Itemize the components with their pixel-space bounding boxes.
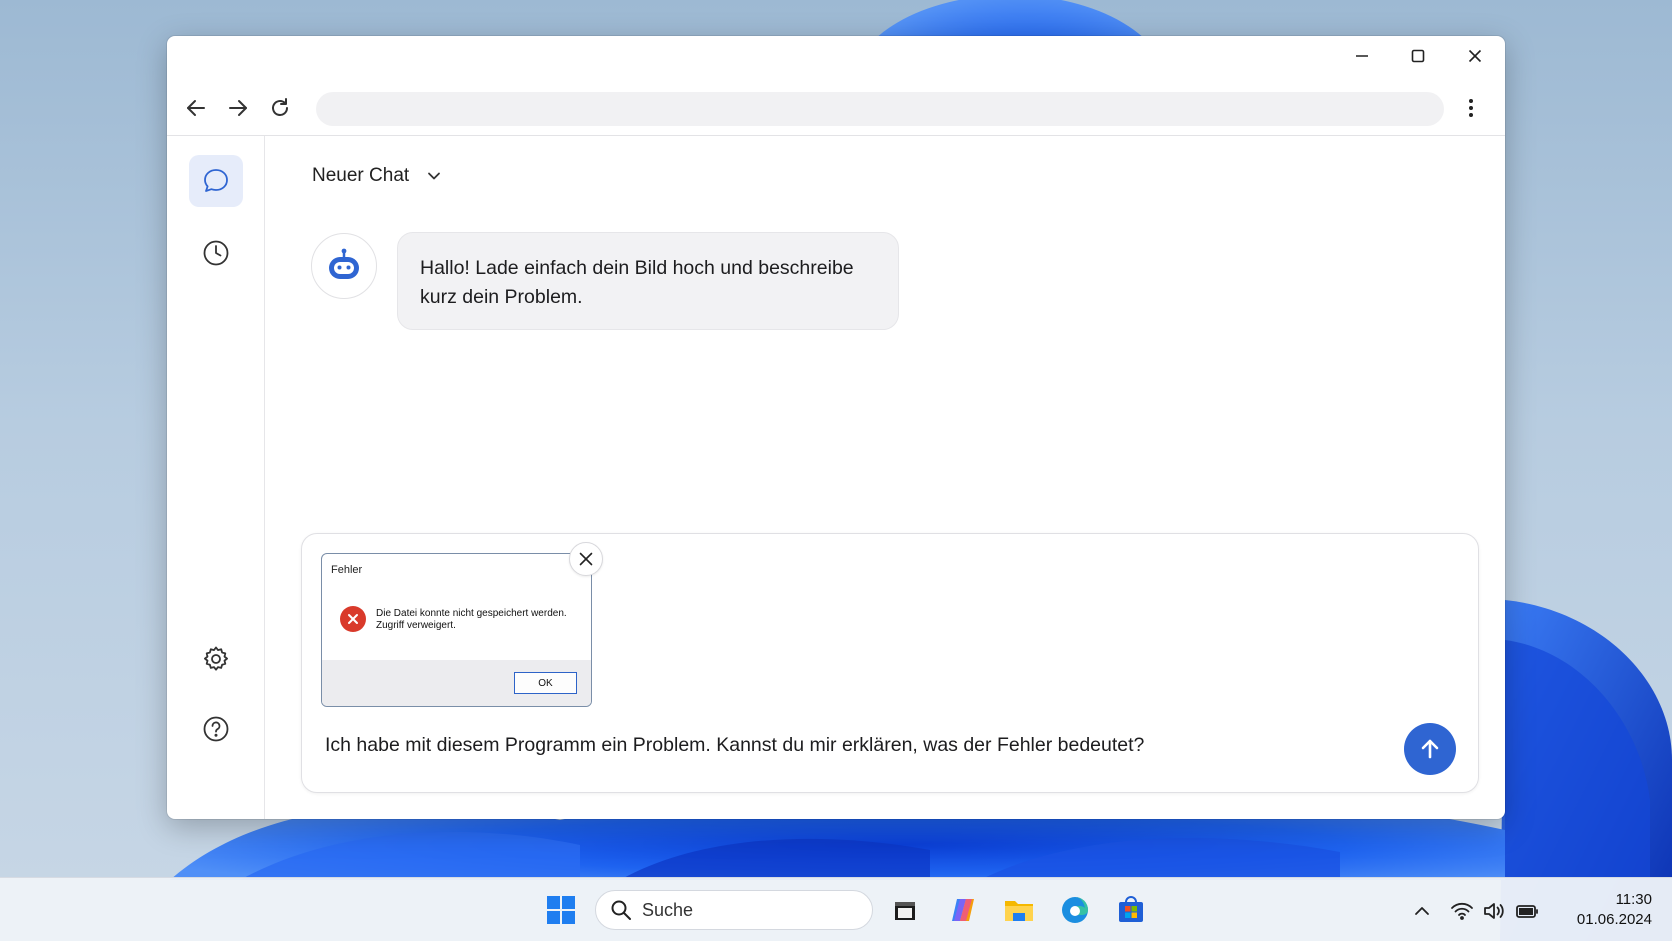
- taskbar-search[interactable]: Suche: [595, 890, 873, 930]
- bot-message-text: Hallo! Lade einfach dein Bild hoch und b…: [420, 257, 854, 308]
- chat-title: Neuer Chat: [312, 165, 410, 186]
- tray-battery[interactable]: [1514, 898, 1540, 924]
- start-button[interactable]: [541, 890, 581, 930]
- sidebar-item-settings[interactable]: [189, 633, 243, 685]
- sidebar-item-history[interactable]: [189, 227, 243, 279]
- sidebar-item-help[interactable]: [189, 703, 243, 755]
- file-explorer-icon: [1005, 901, 1033, 921]
- remove-attachment-button[interactable]: [569, 542, 603, 576]
- tray-network[interactable]: [1449, 898, 1475, 924]
- app-sidebar: [167, 136, 265, 819]
- browser-toolbar: [167, 80, 1505, 136]
- attached-image-thumbnail[interactable]: Fehler Die Datei konnte nicht gespeicher…: [321, 553, 592, 707]
- address-bar[interactable]: [316, 92, 1444, 126]
- wifi-icon: [1451, 902, 1473, 920]
- chat-icon: [204, 169, 228, 192]
- taskbar-task-view[interactable]: [885, 890, 925, 930]
- store-icon: [1119, 896, 1143, 922]
- copilot-icon: [952, 899, 974, 921]
- chat-title-dropdown[interactable]: Neuer Chat: [312, 162, 441, 190]
- close-window-button[interactable]: [1447, 36, 1503, 76]
- close-icon: [579, 552, 593, 566]
- back-button[interactable]: [178, 90, 214, 126]
- maximize-button[interactable]: [1390, 36, 1446, 76]
- dialog-title: Fehler: [331, 564, 363, 576]
- battery-icon: [1516, 905, 1538, 918]
- taskbar-edge[interactable]: [1055, 890, 1095, 930]
- chevron-up-icon: [1415, 907, 1429, 915]
- taskbar-search-label: Suche: [642, 899, 694, 920]
- reload-icon: [272, 98, 288, 116]
- error-icon: [340, 606, 366, 632]
- close-icon: [1468, 49, 1482, 63]
- more-vertical-icon: [1469, 99, 1473, 117]
- chat-main: Neuer Chat Hallo! Lade einfach dein Bild…: [266, 136, 1505, 819]
- dialog-message: Die Datei konnte nicht gespeichert werde…: [376, 608, 586, 632]
- volume-icon: [1484, 903, 1504, 919]
- taskbar-clock[interactable]: 11:30 01.06.2024: [1552, 890, 1652, 930]
- reload-button[interactable]: [262, 90, 298, 126]
- dialog-message-line1: Die Datei konnte nicht gespeichert werde…: [376, 608, 567, 619]
- message-input[interactable]: [325, 728, 1405, 762]
- maximize-icon: [1411, 49, 1425, 63]
- edge-browser-icon: [1062, 897, 1088, 923]
- arrow-up-icon: [1421, 739, 1439, 759]
- history-clock-icon: [203, 240, 229, 266]
- arrow-left-icon: [187, 100, 205, 116]
- send-button[interactable]: [1404, 723, 1456, 775]
- tray-volume[interactable]: [1481, 898, 1507, 924]
- browser-window: Neuer Chat Hallo! Lade einfach dein Bild…: [167, 36, 1505, 819]
- taskbar-file-explorer[interactable]: [999, 890, 1039, 930]
- tray-overflow-button[interactable]: [1409, 898, 1435, 924]
- dialog-ok-button: OK: [514, 672, 577, 694]
- minimize-icon: [1356, 55, 1368, 57]
- taskbar: Suche 11:30 01.06.2024: [0, 877, 1672, 941]
- task-view-icon: [895, 902, 915, 920]
- dialog-footer: OK: [322, 660, 591, 706]
- arrow-right-icon: [229, 100, 247, 116]
- bot-avatar: [311, 233, 377, 299]
- message-composer: Fehler Die Datei konnte nicht gespeicher…: [301, 533, 1479, 793]
- taskbar-copilot[interactable]: [943, 890, 983, 930]
- bot-message-bubble: Hallo! Lade einfach dein Bild hoch und b…: [397, 232, 899, 330]
- chevron-down-icon: [428, 172, 441, 180]
- clock-date: 01.06.2024: [1576, 911, 1652, 928]
- settings-gear-icon: [204, 646, 228, 671]
- clock-time: 11:30: [1615, 891, 1652, 908]
- sidebar-item-chat[interactable]: [189, 155, 243, 207]
- forward-button[interactable]: [220, 90, 256, 126]
- title-bar: [167, 36, 1505, 76]
- robot-icon: [329, 248, 359, 279]
- search-icon: [611, 900, 631, 920]
- dialog-message-line2: Zugriff verweigert.: [376, 620, 456, 631]
- minimize-button[interactable]: [1334, 36, 1390, 76]
- windows-start-icon: [547, 896, 575, 924]
- browser-menu-button[interactable]: [1453, 90, 1489, 126]
- taskbar-store[interactable]: [1111, 890, 1151, 930]
- help-question-icon: [203, 716, 229, 742]
